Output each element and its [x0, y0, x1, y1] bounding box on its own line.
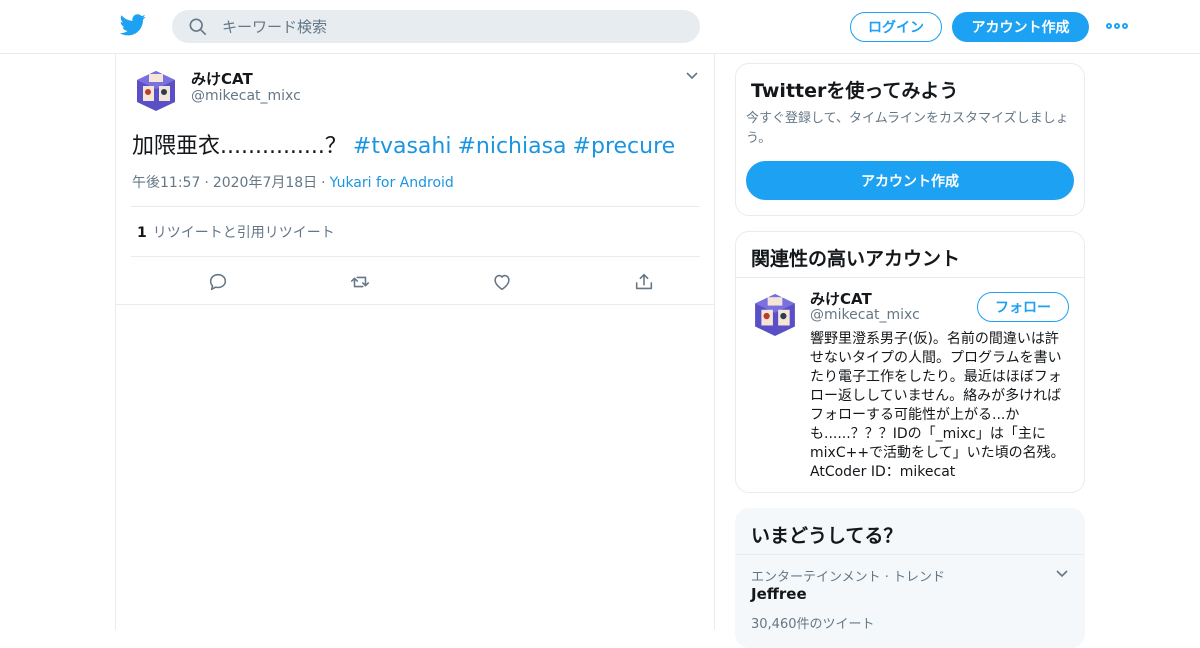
share-icon[interactable]	[633, 271, 655, 293]
search-input[interactable]	[222, 10, 682, 43]
avatar[interactable]	[753, 293, 797, 337]
login-button[interactable]: ログイン	[850, 12, 942, 42]
related-account-bio: 響野里澄系男子(仮)。名前の間違いは許せないタイプの人間。プログラムを書いたり電…	[810, 331, 1065, 480]
trends-card: いまどうしてる？ エンターテインメント · トレンド Jeffree 30,46…	[735, 508, 1085, 648]
signup-card: Twitterを使ってみよう 今すぐ登録して、タイムラインをカスタマイズしましょ…	[735, 63, 1085, 216]
divider	[736, 554, 1084, 555]
trend-tweet-count: 30,460件のツイート	[751, 617, 875, 632]
related-accounts-card: 関連性の高いアカウント みけCAT @mikecat_mixc フォロー 響野里…	[735, 231, 1085, 493]
hashtag-link[interactable]: #nichiasa	[457, 134, 566, 159]
tweet-body: 加隈亜衣...............？	[132, 134, 347, 159]
more-icon[interactable]	[1106, 19, 1130, 33]
hashtag-link[interactable]: #precure	[573, 134, 676, 159]
like-icon[interactable]	[491, 271, 513, 293]
tweet-text: 加隈亜衣...............？ #tvasahi #nichiasa #pr…	[132, 128, 675, 160]
trend-name[interactable]: Jeffree	[751, 585, 807, 603]
retweet-label: リツイートと引用リツイート	[152, 225, 335, 241]
retweet-icon[interactable]	[349, 271, 371, 293]
twitter-bird-icon[interactable]	[120, 14, 146, 36]
search-box[interactable]	[172, 10, 700, 43]
retweet-stats[interactable]: 1 リツイートと引用リツイート	[137, 222, 335, 242]
signup-button[interactable]: アカウント作成	[952, 12, 1089, 42]
follow-button[interactable]: フォロー	[977, 292, 1069, 322]
trend-category: エンターテインメント · トレンド	[751, 570, 946, 585]
search-icon	[189, 18, 207, 36]
hashtag-link[interactable]: #tvasahi	[353, 134, 452, 159]
signup-card-title: Twitterを使ってみよう	[751, 80, 959, 102]
top-nav: ログイン アカウント作成	[0, 0, 1200, 54]
trends-title: いまどうしてる？	[751, 525, 903, 547]
reply-icon[interactable]	[207, 271, 229, 293]
divider	[736, 277, 1084, 278]
author-handle[interactable]: @mikecat_mixc	[191, 88, 301, 104]
chevron-down-icon[interactable]	[1054, 566, 1070, 582]
related-account-name[interactable]: みけCAT	[810, 288, 872, 309]
tweet-column: みけCAT @mikecat_mixc 加隈亜衣...............？…	[115, 54, 715, 630]
tweet-metadata: 午後11:57 · 2020年7月18日 · Yukari for Android	[132, 175, 454, 191]
tweet-time[interactable]: 午後11:57	[132, 175, 200, 191]
divider	[131, 206, 700, 207]
chevron-down-icon[interactable]	[684, 68, 700, 84]
signup-card-description: 今すぐ登録して、タイムラインをカスタマイズしましょう。	[746, 111, 1069, 146]
related-accounts-title: 関連性の高いアカウント	[751, 248, 961, 270]
tweet-actions	[131, 257, 700, 305]
author-name[interactable]: みけCAT	[191, 68, 253, 89]
tweet-source-link[interactable]: Yukari for Android	[330, 175, 454, 191]
signup-card-button[interactable]: アカウント作成	[746, 161, 1074, 200]
related-account-handle[interactable]: @mikecat_mixc	[810, 307, 920, 323]
tweet-date[interactable]: 2020年7月18日	[213, 175, 317, 191]
retweet-count: 1	[137, 225, 147, 241]
avatar[interactable]	[135, 70, 177, 112]
divider	[116, 304, 714, 305]
